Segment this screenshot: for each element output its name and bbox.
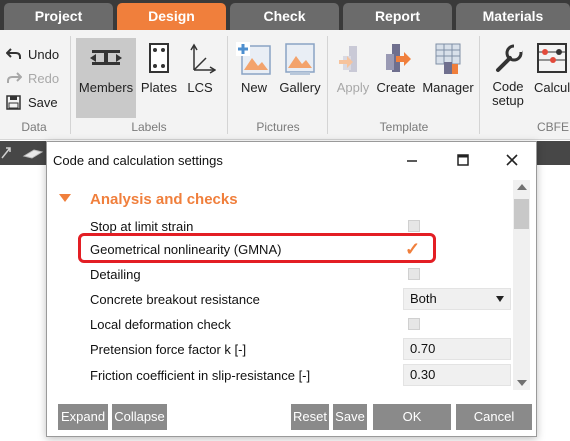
plates-button[interactable]: Plates [139, 38, 179, 118]
stop-limit-strain-label: Stop at limit strain [90, 219, 194, 234]
undo-button[interactable]: Undo [6, 46, 64, 64]
tab-project[interactable]: Project [4, 3, 113, 30]
concrete-breakout-label: Concrete breakout resistance [90, 292, 260, 307]
detailing-checkbox[interactable] [408, 268, 420, 280]
apply-template-label: Apply [336, 80, 370, 95]
code-settings-dialog: Code and calculation settings Analysis a… [46, 141, 537, 437]
tab-materials[interactable]: Materials [456, 3, 570, 30]
expand-button[interactable]: Expand [58, 404, 108, 430]
local-deformation-checkbox[interactable] [408, 318, 420, 330]
floppy-disk-icon [6, 95, 21, 110]
close-button[interactable] [499, 148, 525, 172]
lcs-button[interactable]: LCS [182, 38, 218, 118]
undo-icon [6, 48, 21, 59]
local-deformation-label: Local deformation check [90, 317, 231, 332]
member-view-icon[interactable] [22, 146, 44, 160]
collapse-arrow-icon[interactable] [59, 194, 71, 202]
calculate-button[interactable]: Calcul [532, 38, 570, 118]
scrollbar-thumb[interactable] [514, 199, 529, 229]
collapse-button[interactable]: Collapse [112, 404, 167, 430]
chevron-down-icon [496, 296, 504, 302]
plates-icon [149, 43, 169, 73]
gallery-label: Gallery [279, 80, 321, 95]
code-setup-label-line2: setup [492, 93, 524, 108]
gallery-button[interactable]: Gallery [276, 38, 324, 118]
members-icon [90, 50, 122, 65]
dialog-title: Code and calculation settings [53, 153, 223, 168]
scroll-up-icon[interactable] [517, 184, 527, 190]
ribbon: Undo Redo Save Data Members Plates LCS L… [0, 30, 570, 140]
minimize-button[interactable] [399, 148, 425, 172]
save-ribbon-label: Save [28, 95, 58, 110]
tab-check[interactable]: Check [230, 3, 339, 30]
stop-limit-strain-checkbox[interactable] [408, 220, 420, 232]
members-label: Members [78, 80, 134, 95]
maximize-icon [457, 154, 469, 166]
pretension-label: Pretension force factor k [-] [90, 342, 247, 357]
detailing-label: Detailing [90, 267, 141, 282]
redo-label: Redo [28, 71, 60, 86]
reset-button[interactable]: Reset [291, 404, 329, 430]
axes-icon [190, 43, 216, 74]
create-template-button[interactable]: Create [374, 38, 418, 118]
cancel-button[interactable]: Cancel [456, 404, 532, 430]
redo-button[interactable]: Redo [6, 70, 64, 88]
maximize-button[interactable] [450, 148, 476, 172]
new-picture-label: New [240, 80, 267, 95]
save-ribbon-button[interactable]: Save [6, 94, 64, 112]
ribbon-separator [327, 36, 328, 134]
apply-template-button[interactable]: Apply [332, 38, 374, 118]
ok-button[interactable]: OK [373, 404, 451, 430]
new-picture-button[interactable]: New [232, 38, 276, 118]
ribbon-separator [227, 36, 228, 134]
close-icon [506, 154, 518, 166]
redo-icon [7, 72, 22, 83]
ribbon-tab-bar: Project Design Check Report Materials [0, 0, 570, 30]
create-template-icon [386, 44, 411, 72]
code-setup-label: Code setup [486, 80, 530, 108]
calculate-label: Calcul [534, 80, 570, 95]
code-setup-button[interactable]: Code setup [486, 38, 530, 118]
new-picture-icon [236, 42, 271, 75]
group-label-data: Data [21, 120, 47, 134]
section-title-analysis: Analysis and checks [90, 191, 238, 208]
apply-template-icon [339, 46, 357, 72]
group-label-pictures: Pictures [256, 120, 300, 134]
friction-input[interactable]: 0.30 [403, 364, 511, 386]
ribbon-separator [479, 36, 480, 134]
tab-report[interactable]: Report [343, 3, 452, 30]
gallery-icon [285, 43, 315, 75]
minimize-icon [407, 160, 417, 162]
plates-label: Plates [140, 80, 178, 95]
pretension-input[interactable]: 0.70 [403, 338, 511, 360]
save-button[interactable]: Save [333, 404, 367, 430]
concrete-breakout-select[interactable]: Both [403, 288, 511, 310]
ribbon-separator [70, 36, 71, 134]
abacus-icon [537, 43, 567, 73]
undo-label: Undo [28, 47, 60, 62]
wrench-icon [496, 44, 523, 72]
lcs-label: LCS [187, 80, 213, 95]
template-manager-icon [435, 43, 461, 74]
create-template-label: Create [376, 80, 416, 95]
expand-view-icon[interactable] [1, 147, 11, 159]
app-window: Project Design Check Report Materials Un… [0, 0, 570, 441]
code-setup-label-line1: Code [492, 79, 524, 94]
group-label-labels: Labels [131, 120, 167, 134]
template-manager-button[interactable]: Manager [419, 38, 477, 118]
scroll-down-icon[interactable] [517, 380, 527, 386]
highlight-box [78, 233, 436, 263]
template-manager-label: Manager [422, 80, 474, 95]
tab-design[interactable]: Design [117, 3, 226, 30]
members-button[interactable]: Members [76, 38, 136, 118]
group-label-cbfem: CBFE [537, 120, 570, 134]
friction-label: Friction coefficient in slip-resistance … [90, 368, 311, 383]
vertical-scrollbar[interactable] [513, 180, 530, 390]
group-label-template: Template [379, 120, 429, 134]
concrete-breakout-value: Both [410, 291, 437, 306]
